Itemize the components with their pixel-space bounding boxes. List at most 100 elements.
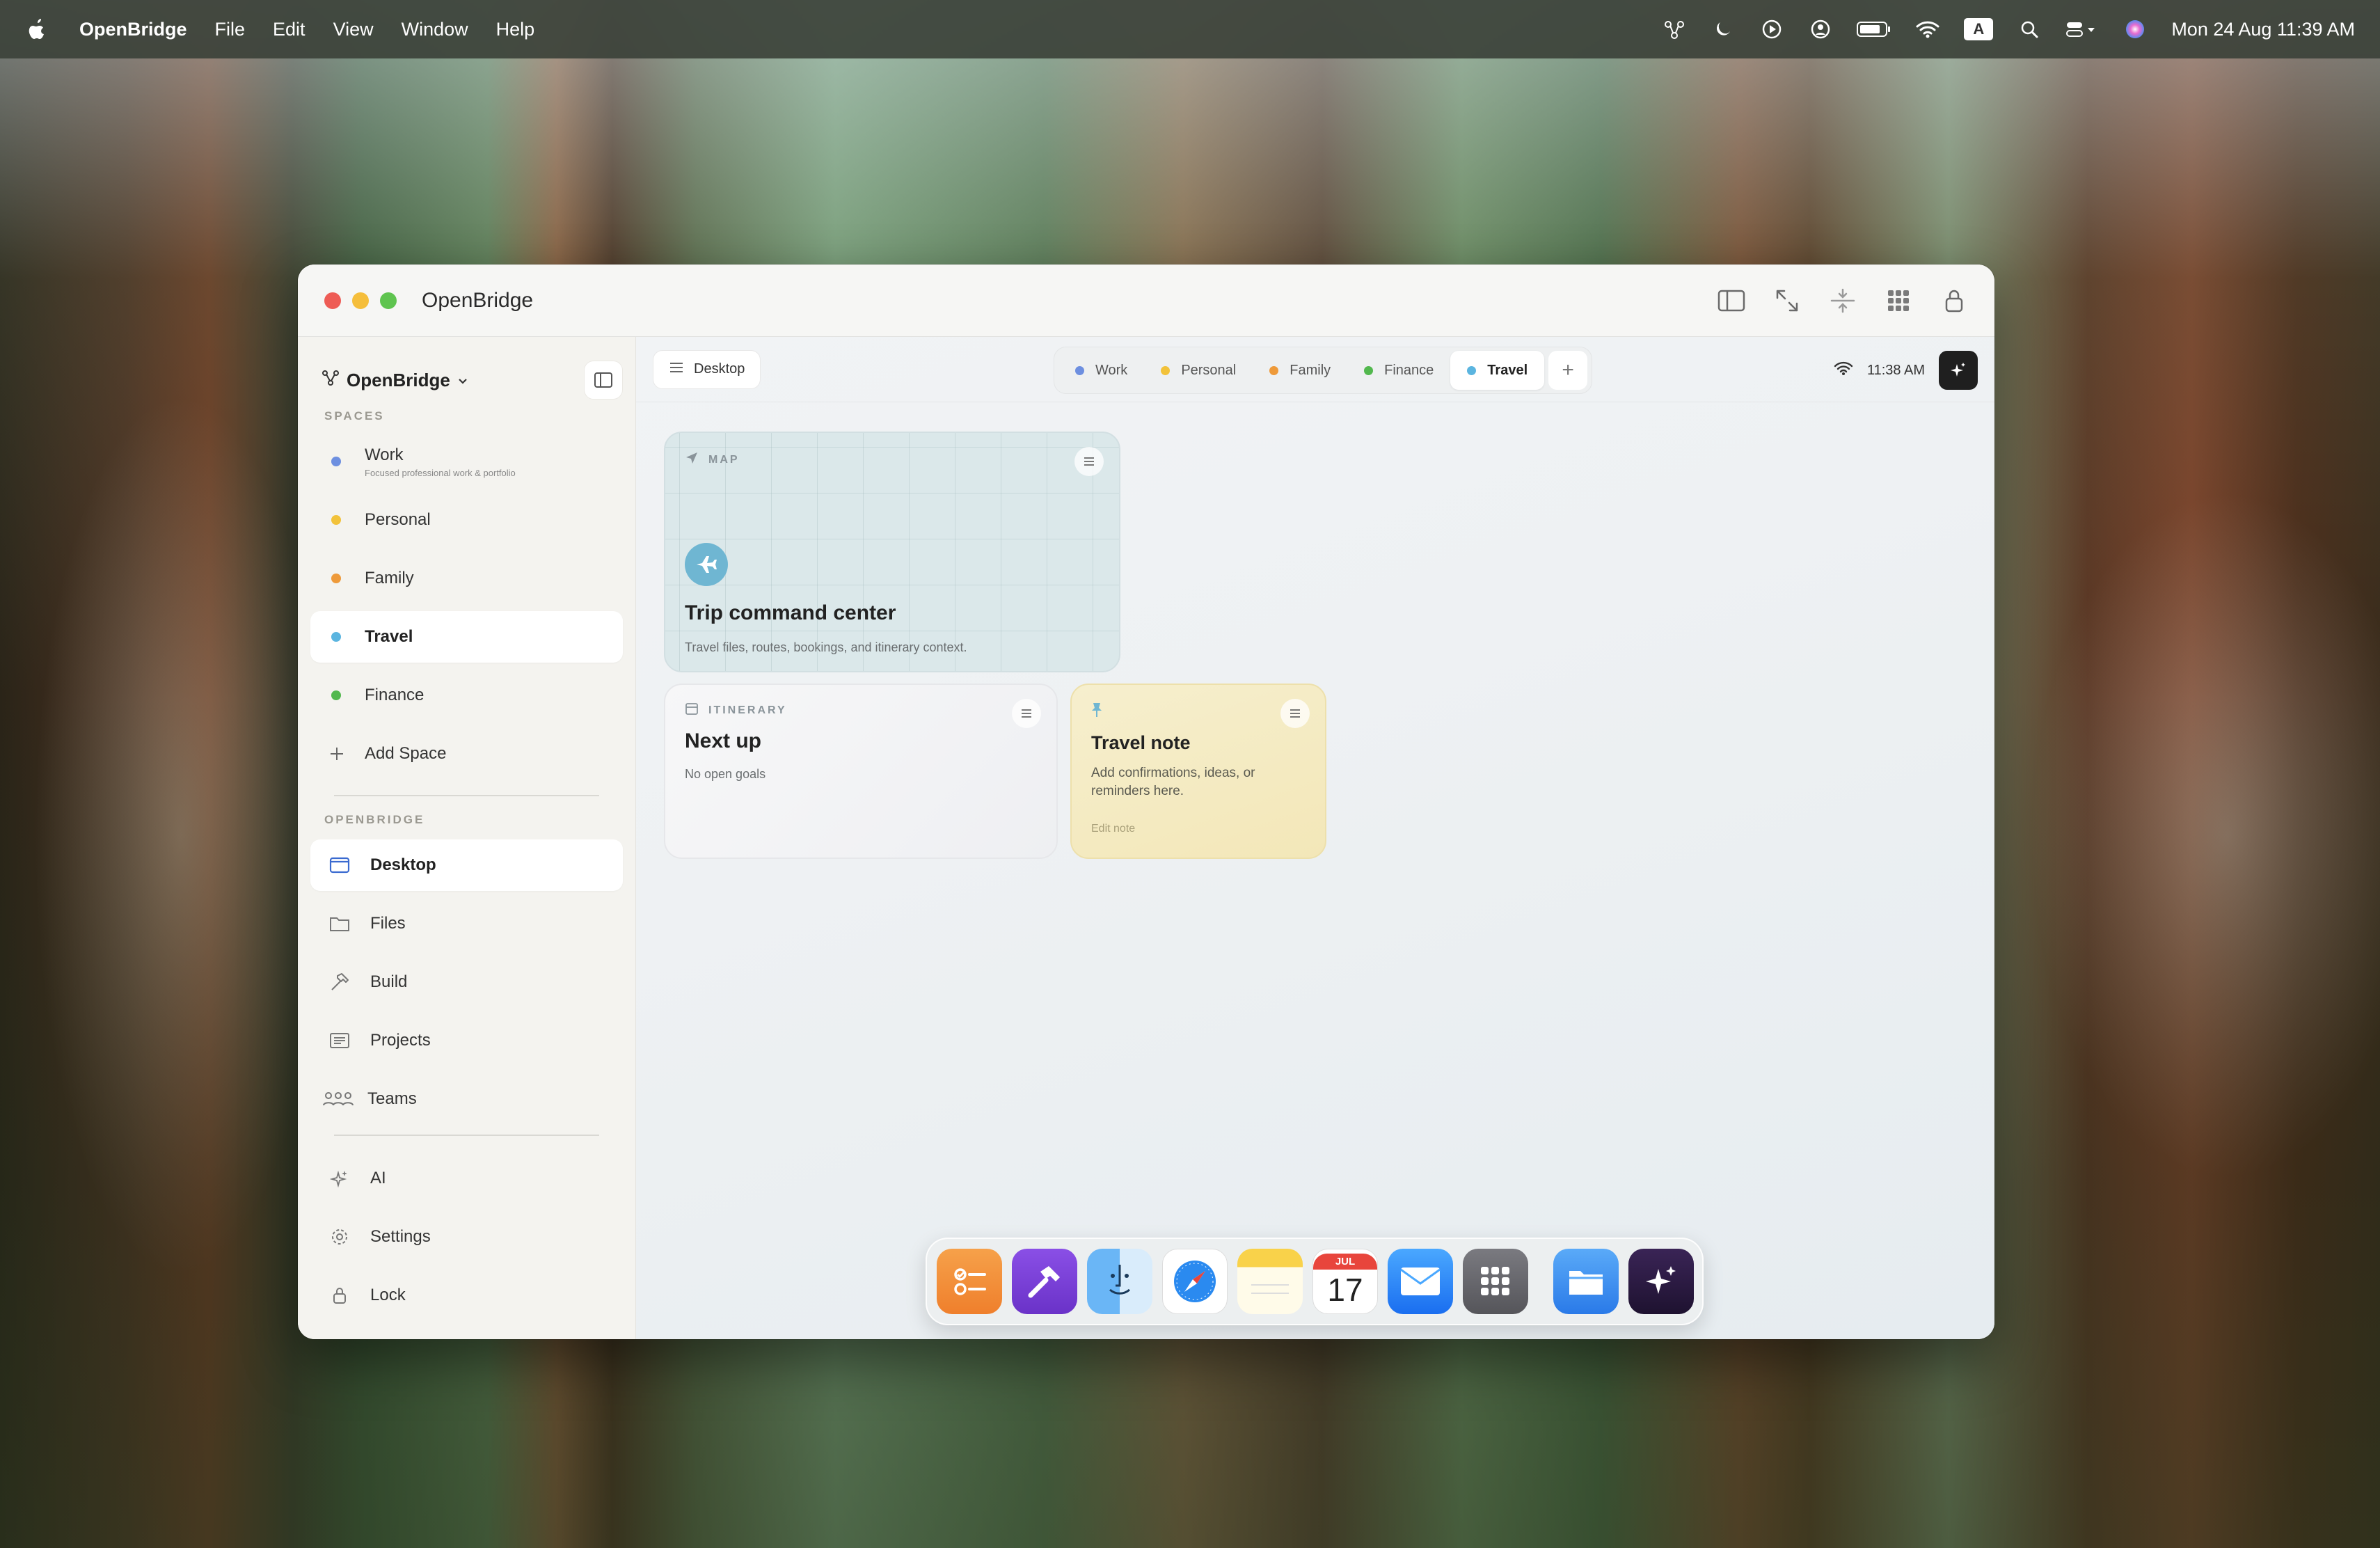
space-label: Personal (365, 510, 431, 529)
nav-label: Desktop (370, 855, 436, 874)
dock-launchpad-app[interactable] (1463, 1249, 1528, 1314)
space-color-dot (331, 457, 341, 466)
tab-travel[interactable]: Travel (1450, 351, 1545, 390)
card-label: ITINERARY (685, 702, 787, 719)
card-menu-button[interactable] (1280, 699, 1310, 728)
control-center-icon[interactable] (2065, 17, 2099, 42)
sidebar-space-personal[interactable]: Personal (310, 494, 623, 546)
card-menu-button[interactable] (1074, 447, 1104, 476)
dock-files-folder-app[interactable] (1553, 1249, 1619, 1314)
folder-icon (327, 911, 352, 936)
top-bar: Desktop Work Personal Family Finance Tra… (636, 337, 1994, 402)
collapse-sidebar-button[interactable] (584, 361, 623, 400)
sidebar-item-teams[interactable]: Teams (310, 1073, 623, 1125)
expand-icon[interactable] (1773, 287, 1801, 315)
add-space-button[interactable]: Add Space (310, 728, 623, 780)
dock-safari-app[interactable] (1162, 1249, 1228, 1314)
sidebar-space-travel[interactable]: Travel (310, 611, 623, 663)
dock-finder-app[interactable] (1087, 1249, 1152, 1314)
sidebar-item-build[interactable]: Build (310, 956, 623, 1008)
menu-app-name[interactable]: OpenBridge (79, 19, 187, 40)
ai-assistant-button[interactable] (1939, 351, 1978, 390)
itinerary-label: ITINERARY (708, 704, 787, 716)
sidebar-space-family[interactable]: Family (310, 553, 623, 604)
play-circle-icon[interactable] (1759, 17, 1784, 42)
nav-label: AI (370, 1169, 386, 1187)
space-tabs: Work Personal Family Finance Travel + (1054, 347, 1593, 394)
network-icon (322, 369, 340, 392)
navigation-arrow-icon (685, 451, 699, 468)
team-people-icon (322, 1087, 355, 1112)
space-label: Work (365, 445, 404, 464)
tab-finance[interactable]: Finance (1347, 351, 1450, 390)
dock-reminders-app[interactable] (937, 1249, 1002, 1314)
workspace-switcher[interactable]: OpenBridge (322, 369, 468, 392)
card-description: Add confirmations, ideas, or reminders h… (1091, 766, 1255, 798)
tab-color-dot (1075, 365, 1084, 375)
siri-icon[interactable] (2123, 17, 2148, 42)
menu-help[interactable]: Help (496, 19, 535, 40)
travel-note-card[interactable]: Travel note Add confirmations, ideas, or… (1070, 684, 1326, 859)
sidebar-item-desktop[interactable]: Desktop (310, 839, 623, 891)
tab-work[interactable]: Work (1058, 351, 1144, 390)
dock-ai-sparkle-app[interactable] (1628, 1249, 1694, 1314)
desktop-button[interactable]: Desktop (653, 349, 761, 389)
card-menu-button[interactable] (1012, 699, 1041, 728)
menu-file[interactable]: File (215, 19, 246, 40)
battery-icon[interactable] (1857, 17, 1891, 42)
sidebar-item-settings[interactable]: Settings (310, 1211, 623, 1263)
menu-lines-icon (669, 361, 684, 378)
user-circle-icon[interactable] (1808, 17, 1833, 42)
sparkle-icon (327, 1166, 352, 1191)
card-description: No open goals (685, 767, 766, 781)
workspace-name: OpenBridge (347, 369, 450, 390)
tab-color-dot (1269, 365, 1279, 375)
add-space-label: Add Space (365, 744, 447, 763)
add-tab-button[interactable]: + (1548, 351, 1588, 390)
calendar-day: 17 (1327, 1271, 1363, 1308)
space-label: Travel (365, 627, 413, 646)
menu-window[interactable]: Window (402, 19, 468, 40)
close-window-button[interactable] (324, 292, 341, 309)
tab-label: Family (1290, 362, 1331, 378)
apple-menu-icon[interactable] (25, 17, 49, 41)
sidebar-item-lock[interactable]: Lock (310, 1270, 623, 1321)
hammer-icon (327, 970, 352, 995)
dock-build-hammer-app[interactable] (1012, 1249, 1077, 1314)
wifi-icon[interactable] (1915, 17, 1940, 42)
trip-command-center-card[interactable]: MAP Trip command center Travel files, ro… (664, 432, 1120, 672)
sidebar-space-finance[interactable]: Finance (310, 670, 623, 721)
lock-icon[interactable] (1940, 287, 1968, 315)
menubar-clock[interactable]: Mon 24 Aug 11:39 AM (2171, 19, 2355, 40)
spotlight-search-icon[interactable] (2017, 17, 2042, 42)
sidebar: OpenBridge SPACES Work Focused professio… (298, 337, 636, 1339)
dock-mail-app[interactable] (1388, 1249, 1453, 1314)
tab-family[interactable]: Family (1253, 351, 1347, 390)
share-network-icon[interactable] (1662, 17, 1687, 42)
menu-edit[interactable]: Edit (273, 19, 306, 40)
sidebar-item-ai[interactable]: AI (310, 1153, 623, 1204)
dock-notes-app[interactable] (1237, 1249, 1303, 1314)
itinerary-card[interactable]: ITINERARY Next up No open goals (664, 684, 1058, 859)
space-color-dot (331, 574, 341, 583)
title-bar: OpenBridge (298, 264, 1994, 337)
moon-icon[interactable] (1711, 17, 1736, 42)
sidebar-layout-icon[interactable] (1717, 287, 1745, 315)
sidebar-item-projects[interactable]: Projects (310, 1015, 623, 1066)
sidebar-item-files[interactable]: Files (310, 898, 623, 949)
wifi-icon (1834, 361, 1853, 380)
zoom-window-button[interactable] (380, 292, 397, 309)
edit-note-link[interactable]: Edit note (1091, 823, 1135, 835)
traffic-lights (324, 292, 397, 309)
menu-view[interactable]: View (333, 19, 374, 40)
minimize-window-button[interactable] (352, 292, 369, 309)
map-label: MAP (708, 453, 740, 466)
dock-calendar-app[interactable]: JUL 17 (1312, 1249, 1378, 1314)
input-source-icon[interactable]: A (1964, 18, 1994, 40)
menu-bar: OpenBridge File Edit View Window Help A (0, 0, 2380, 58)
desktop-icon (327, 853, 352, 878)
sidebar-space-work[interactable]: Work Focused professional work & portfol… (310, 436, 623, 487)
split-view-icon[interactable] (1829, 287, 1857, 315)
tab-personal[interactable]: Personal (1144, 351, 1253, 390)
grid-apps-icon[interactable] (1885, 287, 1912, 315)
